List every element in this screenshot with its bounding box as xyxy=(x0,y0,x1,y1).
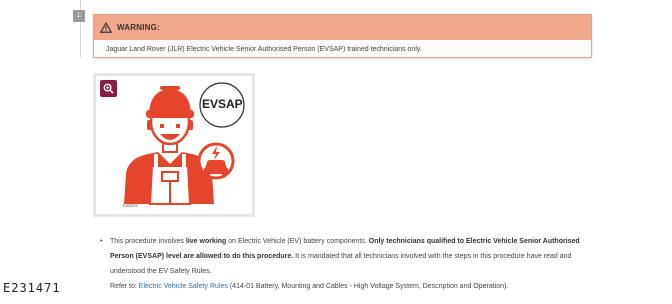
image-id-label: E231471 xyxy=(3,281,61,295)
warning-header: WARNING: xyxy=(94,15,591,40)
step-number: 1. xyxy=(73,10,85,22)
bullet-paragraph: This procedure involves live working on … xyxy=(100,234,600,279)
warning-box: WARNING: Jaguar Land Rover (JLR) Electri… xyxy=(93,14,592,58)
procedure-figure[interactable]: EVSAP E200432 xyxy=(93,73,255,217)
bullet-text-2: on Electric Vehicle (EV) battery compone… xyxy=(226,238,369,245)
bullet-dot: • xyxy=(100,238,103,245)
evsap-badge-label: EVSAP xyxy=(202,97,243,111)
warning-triangle-icon xyxy=(100,22,112,33)
procedure-bullet: • This procedure involves live working o… xyxy=(100,234,600,294)
bullet-text-1: This procedure involves xyxy=(110,238,186,245)
figure-code: E200432 xyxy=(123,203,138,208)
warning-title: WARNING: xyxy=(117,23,160,32)
zoom-in-icon xyxy=(103,83,114,94)
bullet-bold-live-working: live working xyxy=(185,238,227,245)
refer-prefix: Refer to: xyxy=(110,283,139,290)
refer-suffix: (414-01 Battery, Mounting and Cables - H… xyxy=(227,283,509,290)
refer-to-line: Refer to: Electric Vehicle Safety Rules … xyxy=(100,279,600,294)
step-guide-line xyxy=(80,0,81,58)
zoom-in-button[interactable] xyxy=(100,80,117,97)
warning-text: Jaguar Land Rover (JLR) Electric Vehicle… xyxy=(106,46,422,53)
ev-safety-rules-link[interactable]: Electric Vehicle Safety Rules xyxy=(139,283,228,290)
